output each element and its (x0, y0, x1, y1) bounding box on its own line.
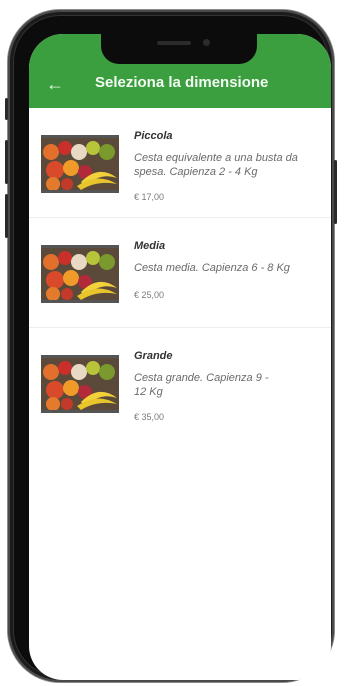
product-name: Piccola (134, 130, 173, 142)
speaker-grille (157, 41, 191, 45)
fruit-basket-image (41, 245, 119, 303)
arrow-left-icon: ← (46, 74, 64, 94)
list-item-grande[interactable]: Grande Cesta grande. Capienza 9 - 12 Kg … (29, 328, 331, 437)
product-description: Cesta media. Capienza 6 - 8 Kg (134, 262, 290, 274)
list-item-piccola[interactable]: Piccola Cesta equivalente a una busta da… (29, 108, 331, 218)
product-price: € 25,00 (134, 290, 165, 300)
fruit-basket-image (41, 355, 119, 413)
phone-notch (101, 34, 257, 64)
front-camera (203, 39, 210, 46)
product-name: Grande (134, 350, 173, 362)
power-button (334, 160, 337, 224)
product-name: Media (134, 240, 166, 252)
volume-up-button (5, 140, 8, 184)
back-button[interactable]: ← (43, 72, 67, 96)
size-list: Piccola Cesta equivalente a una busta da… (29, 108, 331, 437)
fruit-basket-image (41, 135, 119, 193)
phone-frame: ← Seleziona la dimensione Piccola Cesta … (5, 10, 337, 682)
page-title: Seleziona la dimensione (95, 74, 269, 91)
list-item-media[interactable]: Media Cesta media. Capienza 6 - 8 Kg € 2… (29, 218, 331, 328)
phone-screen: ← Seleziona la dimensione Piccola Cesta … (29, 34, 331, 680)
product-description: Cesta equivalente a una busta da spesa. … (134, 152, 298, 178)
mute-switch (5, 98, 8, 120)
volume-down-button (5, 194, 8, 238)
product-description: Cesta grande. Capienza 9 - 12 Kg (134, 372, 269, 398)
product-price: € 35,00 (134, 412, 165, 422)
product-price: € 17,00 (134, 192, 165, 202)
